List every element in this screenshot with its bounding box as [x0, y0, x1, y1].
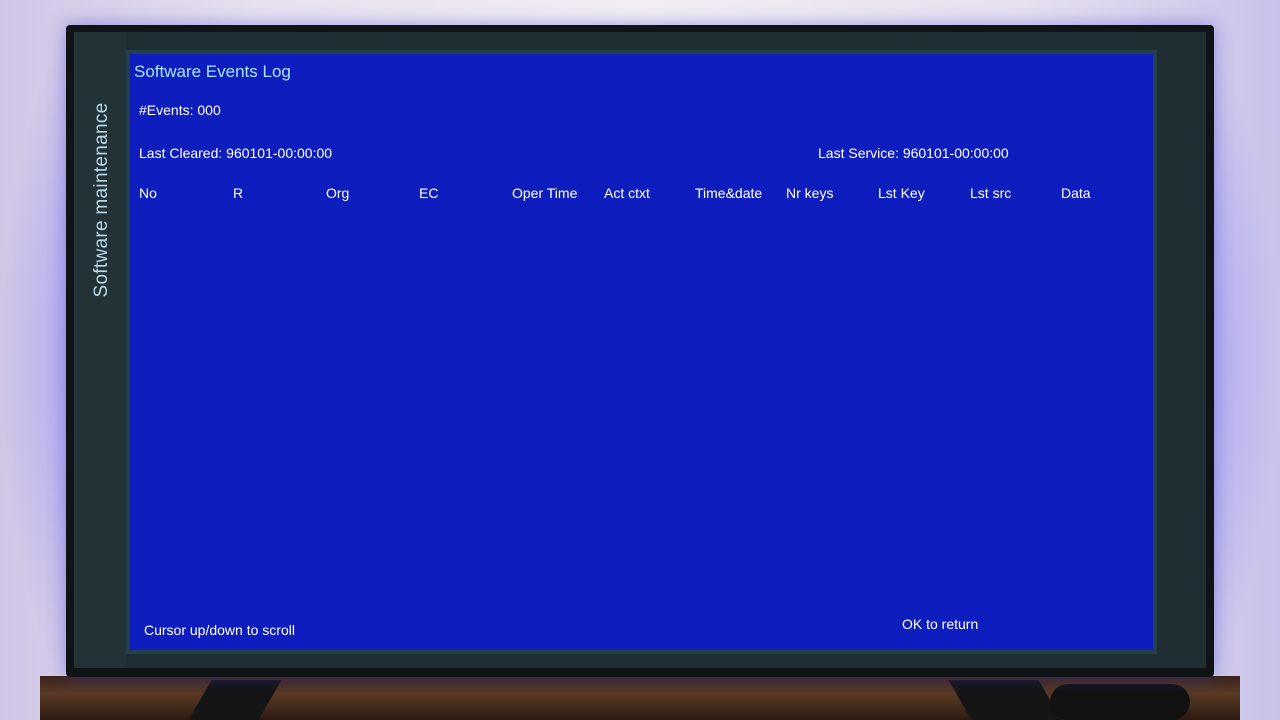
side-menu-title: Software maintenance [91, 102, 112, 298]
column-header-no: No [139, 185, 157, 201]
event-list[interactable] [136, 209, 1148, 609]
scroll-hint: Cursor up/down to scroll [144, 622, 295, 638]
column-header-data: Data [1061, 185, 1091, 201]
return-hint: OK to return [902, 616, 979, 632]
last-cleared: Last Cleared: 960101-00:00:00 [139, 145, 333, 161]
column-header-r: R [233, 185, 244, 201]
column-header-act-ctxt: Act ctxt [604, 185, 650, 201]
column-header-ec: EC [419, 185, 439, 201]
column-header-nr-keys: Nr keys [786, 185, 834, 201]
column-header-org: Org [326, 185, 350, 201]
page-title: Software Events Log [134, 62, 291, 81]
last-service: Last Service: 960101-00:00:00 [818, 145, 1009, 161]
remote-control [1050, 684, 1190, 720]
tv-screen: Software maintenance Software Events Log… [74, 32, 1206, 668]
column-header-lst-key: Lst Key [878, 185, 925, 201]
column-header-lst-src: Lst src [970, 185, 1012, 201]
column-header-oper-time: Oper Time [512, 185, 578, 201]
events-count: #Events: 000 [139, 102, 221, 118]
side-menu-strip: Software maintenance [74, 32, 126, 668]
events-log-panel: Software Events Log #Events: 000 Last Cl… [126, 50, 1157, 654]
column-header-time-date: Time&date [695, 185, 763, 201]
